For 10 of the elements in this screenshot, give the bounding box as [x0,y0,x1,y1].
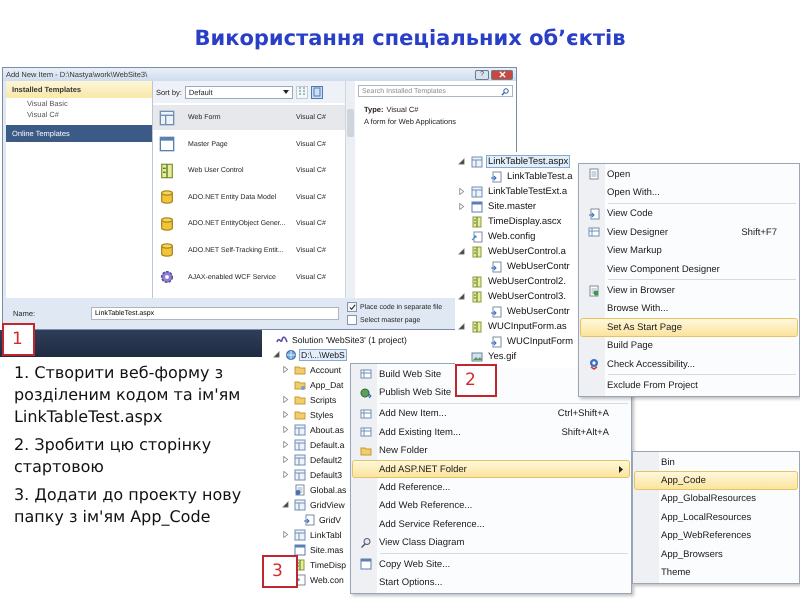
shortcut-label: Ctrl+Shift+A [558,408,609,420]
step-marker: 2 [455,364,497,397]
step-marker: 1 [2,323,35,356]
step-text: 1. Створити веб-форму з розділеним кодом та ім'ям LinkTableTest.aspx [14,362,242,428]
shortcut-label: Shift+Alt+A [561,426,609,438]
step-text: 2. Зробити цю сторінку стартовою [14,434,212,478]
slide-title: Використання спеціальних об’єктів [193,26,626,50]
step-text: 3. Додати до проекту нову папку з ім'ям App_Code [14,484,242,528]
shortcut-label: Shift+F7 [741,226,777,238]
step-marker: 3 [262,555,298,588]
